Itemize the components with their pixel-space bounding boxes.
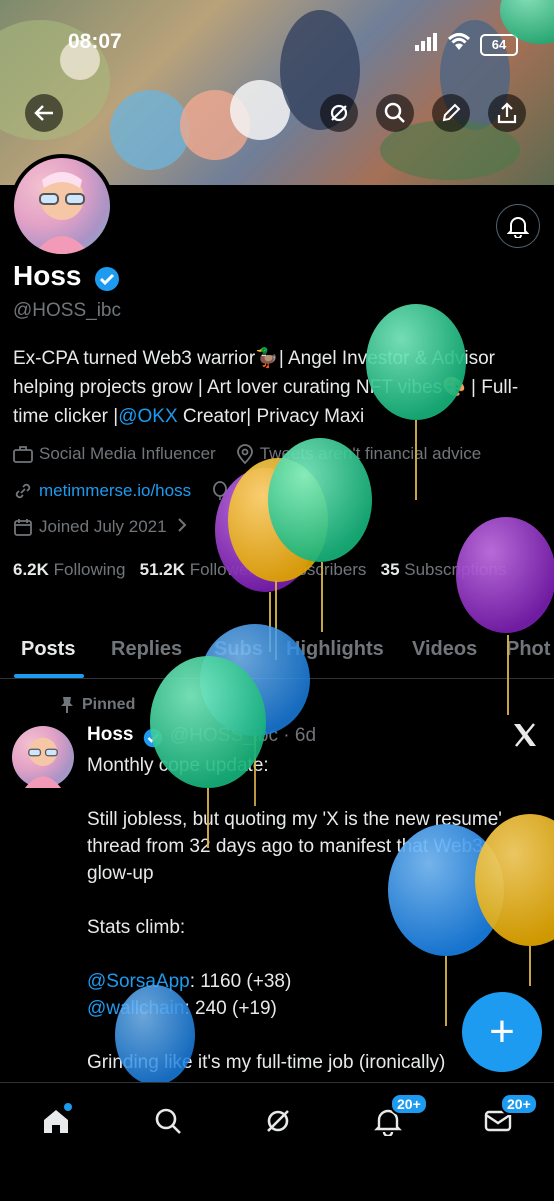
post-handle-time: @HOSS_ibc · 6d — [170, 725, 317, 746]
nav-search[interactable] — [146, 1099, 190, 1143]
grok-button[interactable] — [320, 94, 358, 132]
messages-badge: 20+ — [500, 1093, 538, 1115]
profile-joined: Joined July 2021 — [39, 517, 167, 536]
balloon-icon — [213, 481, 228, 500]
profile-meta-row: Social Media Influencer Tweets aren't fi… — [13, 444, 481, 464]
search-icon — [384, 102, 405, 123]
x-logo-icon — [512, 722, 538, 755]
wifi-icon — [446, 32, 472, 57]
following-stat[interactable]: 6.2K Following — [13, 560, 125, 579]
post-line: Stats climb: — [87, 917, 186, 938]
grok-icon — [267, 1110, 289, 1132]
search-icon — [155, 1108, 181, 1134]
tab-photos[interactable]: Phot — [506, 638, 550, 661]
post-mention-link[interactable]: @SorsaApp — [87, 971, 190, 992]
pin-icon — [61, 697, 73, 713]
notifications-badge: 20+ — [390, 1093, 428, 1115]
followers-label: Followers — [189, 560, 263, 579]
following-label: Following — [53, 560, 126, 579]
profile-bio: Ex-CPA turned Web3 warrior🦆| Angel Inves… — [13, 344, 538, 431]
tab-posts[interactable]: Posts — [21, 638, 75, 661]
status-bar: 08:07 64 — [0, 22, 554, 62]
tab-highlights[interactable]: Highlights — [286, 638, 384, 661]
location-pin-icon — [236, 444, 253, 464]
following-count: 6.2K — [13, 560, 49, 579]
profile-name: Hoss — [13, 260, 82, 291]
post-mention-link[interactable]: @wallchain — [87, 998, 184, 1019]
post-author-avatar[interactable] — [12, 726, 74, 788]
profile-handle: @HOSS_ibc — [13, 300, 121, 321]
post-line: : 240 (+19) — [184, 998, 277, 1019]
post-line: Monthly cope update: — [87, 755, 269, 776]
compose-post-button[interactable]: + — [462, 992, 542, 1072]
nav-messages[interactable]: 20+ — [476, 1093, 538, 1143]
bottom-nav-bar: 20+ 20+ — [0, 1082, 554, 1201]
profile-website-link[interactable]: metimmerse.io/hoss — [39, 481, 191, 501]
share-button[interactable] — [488, 94, 526, 132]
post-avatar-image — [24, 737, 62, 788]
bell-plus-icon — [507, 217, 529, 238]
followers-count: 51.2K — [139, 560, 186, 579]
profile-link-row: metimmerse.io/hoss Birthday! — [13, 481, 302, 501]
plus-icon: + — [489, 1007, 515, 1056]
post-line: Grinding like it's my full-time job (iro… — [87, 1052, 446, 1073]
profile-birthday: Birthday! — [235, 481, 303, 500]
bio-text-end: Creator| Privacy Maxi — [177, 406, 365, 427]
active-tab-indicator — [14, 674, 84, 678]
profile-location: Tweets aren't financial advice — [259, 444, 482, 463]
link-icon — [15, 483, 31, 499]
subscribers-label: Subscribers — [276, 560, 367, 579]
post-verified-badge-icon — [143, 728, 163, 753]
pinned-label-row: Pinned — [60, 696, 135, 714]
post-line: : 1160 (+38) — [189, 971, 292, 992]
tab-replies[interactable]: Replies — [111, 638, 182, 661]
post-line: Still jobless, but quoting my 'X is the … — [87, 809, 502, 884]
grok-icon — [330, 104, 348, 122]
edit-button[interactable] — [432, 94, 470, 132]
post-body[interactable]: Monthly cope update: Still jobless, but … — [87, 752, 527, 1076]
balloon-icon — [456, 517, 554, 715]
followers-stat[interactable]: 51.2K Followers — [140, 560, 263, 579]
subscriptions-stat[interactable]: 35 Subscriptions — [381, 560, 507, 579]
nav-home[interactable] — [34, 1099, 78, 1143]
tab-subs[interactable]: Subs — [214, 638, 263, 661]
verified-badge-icon — [94, 266, 120, 297]
subscriptions-label: Subscriptions — [404, 560, 507, 579]
briefcase-icon — [13, 446, 33, 463]
profile-joined-row[interactable]: Joined July 2021 — [13, 517, 187, 537]
subscriptions-count: 35 — [380, 560, 400, 579]
profile-avatar[interactable] — [10, 154, 114, 258]
calendar-icon — [14, 519, 32, 536]
post-author-name[interactable]: Hoss — [87, 724, 133, 746]
back-button[interactable] — [25, 94, 63, 132]
chevron-right-icon — [177, 517, 187, 537]
profile-category: Social Media Influencer — [39, 444, 216, 463]
status-time: 08:07 — [68, 30, 122, 53]
bio-mention-link[interactable]: @OKX — [118, 406, 177, 427]
balloon-icon — [268, 438, 372, 632]
search-button[interactable] — [376, 94, 414, 132]
pencil-icon — [442, 103, 461, 122]
battery-icon: 64 — [480, 33, 518, 56]
notifications-subscribe-button[interactable] — [496, 204, 540, 248]
nav-grok[interactable] — [256, 1099, 300, 1143]
home-unread-dot — [64, 1103, 72, 1111]
avatar-image — [34, 172, 90, 254]
pinned-label: Pinned — [82, 696, 136, 713]
profile-tabs: Posts Replies Subs Highlights Videos Pho… — [0, 630, 554, 679]
tab-videos[interactable]: Videos — [412, 638, 477, 661]
share-icon — [497, 102, 517, 124]
subscribers-stat[interactable]: Subscribers — [277, 560, 367, 579]
nav-notifications[interactable]: 20+ — [366, 1093, 428, 1143]
signal-icon — [414, 33, 438, 56]
back-arrow-icon — [34, 105, 53, 121]
profile-stats: 6.2K Following 51.2K Followers Subscribe… — [13, 556, 543, 583]
